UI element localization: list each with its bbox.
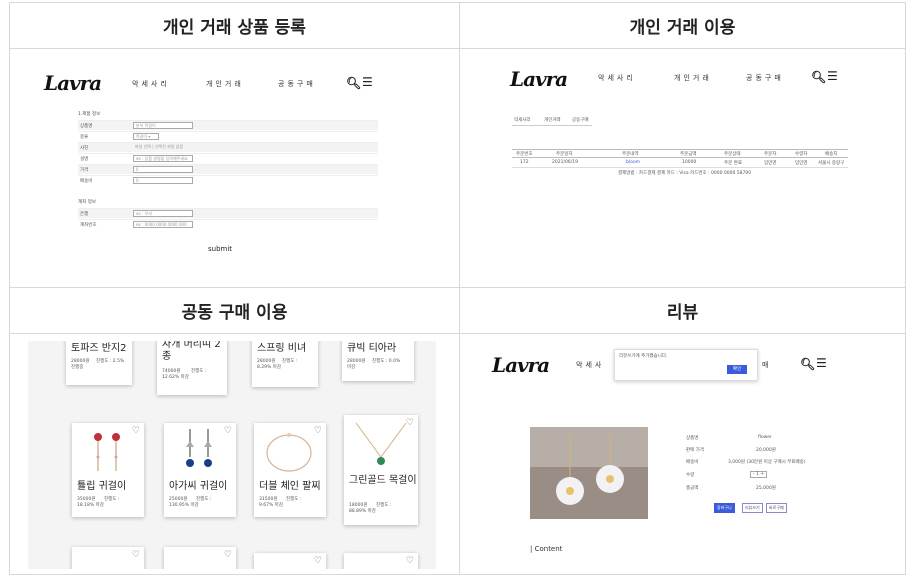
lady-earring-image [186,429,212,467]
green-gold-necklace-image [355,422,407,465]
form-row: 상품명 분석 목걸이 [78,120,378,130]
submit-button[interactable]: submit [208,245,232,253]
price-value: 20,000원 [756,448,776,453]
section-product-info: 1.제품 정보 [78,112,101,117]
nav-group-partial[interactable]: 매 [762,360,771,370]
heart-icon[interactable]: ♡ [314,556,322,566]
price-input[interactable]: 0 [133,166,193,173]
product-card[interactable]: 자개 머리띠 2 종 74000원 진행도 : 12.62% 마감 [157,341,227,395]
product-card[interactable]: ♡ 아가씨 귀걸이 25000원 진행도 : 130.95% 마감 [164,423,236,517]
panel-title-group: 공동 구매 이용 [10,288,459,334]
product-card[interactable]: ♡ [344,553,418,569]
nav-accessory-partial[interactable]: 악세사 [576,360,604,370]
search-icon[interactable]: 🔍︎ [800,357,815,371]
cart-button[interactable]: 장바구니 [714,503,735,513]
product-name-value: flower [758,435,772,440]
product-card[interactable]: ♡ 그린골드 목걸이 18000원 진행도 : 88.89% 마감 [344,415,418,525]
table-row[interactable]: 172 2021/06/19 bloom 10000 주문 완료 임민영 임민영… [512,159,848,168]
photo-file-input[interactable]: 파일 선택 | 선택된 파일 없음 [133,144,203,151]
form-row: 설명 ex : 상품 설명을 입력해주세요 [78,153,378,163]
account-number-input[interactable]: ex : 0000 0000 0000 000 [133,221,193,228]
brand-logo[interactable]: Lavra [44,71,102,95]
product-card[interactable]: 큐빅 티아라 28000원 진행도 : 0.0% 마감 [342,341,414,381]
total-value: 25,000원 [756,486,776,491]
buy-now-button[interactable]: 바로구매 [766,503,787,513]
payment-info: 결제방법 : 카드결제 결제 카드 : Visa 카드번호 : 0000 000… [618,171,752,176]
form-row: 사진 파일 선택 | 선택된 파일 없음 [78,142,378,152]
brand-logo[interactable]: Lavra [510,67,568,91]
content-tab[interactable]: | Content [530,545,562,553]
group-panel: 토파즈 반지2 28000원 진행도 : 2.5% 진행중 자개 머리띠 2 종… [28,341,436,569]
menu-icon[interactable]: ☰ [362,75,373,89]
panel-title-usage: 개인 거래 이용 [460,3,905,49]
form-row: 가격 0 [78,164,378,174]
search-icon[interactable]: 🔍︎ [346,76,361,90]
nav-accessory[interactable]: 악세사리 [598,73,636,83]
usage-panel: Lavra 악세사리 개인거래 공동구매 🔍︎ ☰ 악세사리 개인거래 공동구매… [478,63,896,275]
registration-panel: Lavra 악세사리 개인거래 공동구매 🔍︎ ☰ 1.제품 정보 상품명 분석 … [28,63,436,275]
heart-icon[interactable]: ♡ [224,426,232,436]
alert-confirm-button[interactable]: 확인 [727,365,747,374]
order-link[interactable]: bloom [626,160,640,165]
order-table-header: 주문번호 주문일자 주문내역 주문금액 주문상태 주문자 수령자 배송지 [512,149,848,158]
screenshot-grid: 개인 거래 상품 등록 개인 거래 이용 공동 구매 이용 리뷰 Lavra 악… [9,2,906,575]
category-select[interactable]: 목걸이 ▾ [133,133,159,140]
alert-popup: 리뷰쓰기에 추가했습니다. 확인 [614,349,758,381]
nav-group[interactable]: 공동구매 [278,79,316,89]
panel-title-review: 리뷰 [460,288,905,334]
nav-personal[interactable]: 개인거래 [206,79,244,89]
heart-icon[interactable]: ♡ [224,550,232,560]
product-card[interactable]: ♡ 튤립 귀걸이 35000원 진행도 : 18.18% 마감 [72,423,144,517]
write-review-button[interactable]: 리뷰쓰기 [742,503,763,513]
product-card[interactable]: 스프링 비녀 28000원 진행도 : 8.29% 마감 [252,341,318,387]
product-card[interactable]: 토파즈 반지2 28000원 진행도 : 2.5% 진행중 [66,341,132,385]
product-card[interactable]: ♡ 더블 체인 팔찌 31500원 진행도 : 9.67% 마감 [254,423,326,517]
quantity-stepper[interactable]: - 1 + [750,471,768,478]
form-row: 배송비 0 [78,175,378,185]
heart-icon[interactable]: ♡ [132,550,140,560]
description-input[interactable]: ex : 상품 설명을 입력해주세요 [133,155,193,162]
tulip-earring-image [94,433,120,471]
heart-icon[interactable]: ♡ [406,556,414,566]
chain-bracelet-image [266,433,312,472]
tab-accessory[interactable]: 악세사리 [514,117,531,123]
bank-input[interactable]: ex : 우리 [133,210,193,217]
panel-title-registration: 개인 거래 상품 등록 [10,3,459,49]
nav-personal[interactable]: 개인거래 [674,73,712,83]
product-card[interactable]: ♡ [72,547,144,569]
nav-group[interactable]: 공동구매 [746,73,784,83]
tab-personal[interactable]: 개인거래 [544,117,561,123]
menu-icon[interactable]: ☰ [816,356,827,370]
form-row: 종류 목걸이 ▾ [78,131,378,141]
product-card[interactable]: ♡ [164,547,236,569]
section-account-info: 계좌 정보 [78,200,96,205]
brand-logo[interactable]: Lavra [492,353,550,377]
menu-icon[interactable]: ☰ [827,69,838,83]
form-row: 계좌번호 ex : 0000 0000 0000 000 [78,219,378,229]
tab-group[interactable]: 공동구매 [572,117,589,123]
form-row: 은행 ex : 우리 [78,208,378,218]
heart-icon[interactable]: ♡ [132,426,140,436]
shipping-input[interactable]: 0 [133,177,193,184]
search-icon[interactable]: 🔍︎ [811,70,826,84]
shipping-value: 3,000원 (30만원 이상 구매시 무료배송) [728,460,806,465]
product-name-input[interactable]: 분석 목걸이 [133,122,193,129]
nav-accessory[interactable]: 악세사리 [132,79,170,89]
alert-message: 리뷰쓰기에 추가했습니다. [619,354,668,359]
product-image [530,427,648,519]
product-card[interactable]: ♡ [254,553,326,569]
review-panel: Lavra 악세사 매 🔍︎ ☰ 리뷰쓰기에 추가했습니다. 확인 상품명 fl… [478,341,896,561]
